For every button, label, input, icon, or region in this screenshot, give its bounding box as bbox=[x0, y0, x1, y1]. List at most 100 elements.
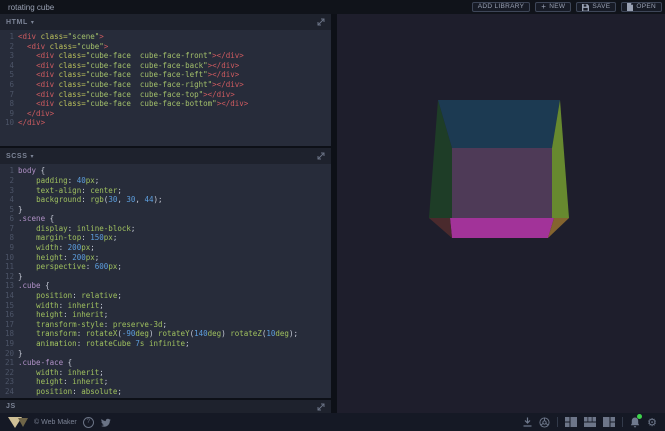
code-line[interactable]: 1body { bbox=[0, 166, 331, 176]
code-line[interactable]: 7 <div class="cube-face cube-face-top"><… bbox=[0, 90, 331, 100]
save-label: SAVE bbox=[592, 4, 610, 11]
code-line[interactable]: 18 transform: rotateX(-90deg) rotateY(14… bbox=[0, 329, 331, 339]
footer-bar: © Web Maker ? bbox=[0, 413, 665, 431]
layout-sidebar-button[interactable] bbox=[565, 417, 577, 427]
js-panel: JS bbox=[0, 400, 331, 413]
code-text: position: relative; bbox=[18, 291, 122, 301]
line-number: 10 bbox=[0, 253, 18, 263]
code-text: margin-top: 150px; bbox=[18, 233, 117, 243]
code-line[interactable]: 6.scene { bbox=[0, 214, 331, 224]
save-button[interactable]: SAVE bbox=[576, 2, 616, 12]
code-line[interactable]: 8 margin-top: 150px; bbox=[0, 233, 331, 243]
add-library-button[interactable]: ADD LIBRARY bbox=[472, 2, 531, 12]
help-icon[interactable]: ? bbox=[83, 417, 94, 428]
line-number: 16 bbox=[0, 310, 18, 320]
code-text: padding: 40px; bbox=[18, 176, 99, 186]
download-icon[interactable] bbox=[523, 417, 532, 427]
line-number: 5 bbox=[0, 205, 18, 215]
scss-panel-label: SCSS bbox=[6, 153, 27, 160]
floppy-icon bbox=[582, 4, 589, 11]
code-line[interactable]: 6 <div class="cube-face cube-face-right"… bbox=[0, 80, 331, 90]
code-line[interactable]: 9 width: 200px; bbox=[0, 243, 331, 253]
code-line[interactable]: 13.cube { bbox=[0, 281, 331, 291]
open-button[interactable]: OPEN bbox=[621, 2, 662, 12]
code-line[interactable]: 22 width: inherit; bbox=[0, 368, 331, 378]
top-bar: rotating cube ADD LIBRARY + NEW SAVE OPE… bbox=[0, 0, 665, 14]
js-panel-header[interactable]: JS bbox=[0, 400, 331, 413]
code-text: background: rgb(30, 30, 44); bbox=[18, 195, 163, 205]
expand-icon[interactable] bbox=[317, 403, 325, 411]
code-line[interactable]: 24 position: absolute; bbox=[0, 387, 331, 397]
line-number: 9 bbox=[0, 243, 18, 253]
code-line[interactable]: 7 display: inline-block; bbox=[0, 224, 331, 234]
line-number: 4 bbox=[0, 195, 18, 205]
line-number: 7 bbox=[0, 90, 18, 100]
code-line[interactable]: 25 background: red; bbox=[0, 397, 331, 398]
code-line[interactable]: 5} bbox=[0, 205, 331, 215]
code-text: } bbox=[18, 349, 23, 359]
line-number: 5 bbox=[0, 70, 18, 80]
code-line[interactable]: 9 </div> bbox=[0, 109, 331, 119]
cube-front-face bbox=[452, 148, 552, 218]
code-line[interactable]: 10</div> bbox=[0, 118, 331, 128]
line-number: 24 bbox=[0, 387, 18, 397]
code-text: body { bbox=[18, 166, 45, 176]
html-editor[interactable]: 1<div class="scene">2 <div class="cube">… bbox=[0, 30, 331, 146]
cube-top-face bbox=[438, 100, 560, 148]
code-line[interactable]: 15 width: inherit; bbox=[0, 301, 331, 311]
line-number: 19 bbox=[0, 339, 18, 349]
expand-icon[interactable] bbox=[317, 18, 325, 26]
code-line[interactable]: 16 height: inherit; bbox=[0, 310, 331, 320]
code-line[interactable]: 23 height: inherit; bbox=[0, 377, 331, 387]
preview-pane bbox=[337, 14, 665, 413]
code-line[interactable]: 2 <div class="cube"> bbox=[0, 42, 331, 52]
line-number: 2 bbox=[0, 42, 18, 52]
code-line[interactable]: 2 padding: 40px; bbox=[0, 176, 331, 186]
chrome-store-icon[interactable] bbox=[539, 417, 550, 428]
notifications-bell-icon[interactable] bbox=[630, 417, 640, 428]
code-text: <div class="cube-face cube-face-bottom">… bbox=[18, 99, 248, 109]
code-line[interactable]: 4 background: rgb(30, 30, 44); bbox=[0, 195, 331, 205]
cube-bottom-face bbox=[450, 218, 554, 238]
code-text: <div class="cube-face cube-face-top"></d… bbox=[18, 90, 235, 100]
code-line[interactable]: 3 <div class="cube-face cube-face-front"… bbox=[0, 51, 331, 61]
code-line[interactable]: 3 text-align: center; bbox=[0, 186, 331, 196]
code-column: HTML ▾ 1<div class="scene">2 <div class=… bbox=[0, 14, 331, 413]
code-text: } bbox=[18, 272, 23, 282]
topbar-buttons: ADD LIBRARY + NEW SAVE OPEN bbox=[472, 2, 662, 12]
code-text: height: inherit; bbox=[18, 377, 108, 387]
scss-panel-header[interactable]: SCSS ▾ bbox=[0, 148, 331, 164]
code-line[interactable]: 11 perspective: 600px; bbox=[0, 262, 331, 272]
footer-divider bbox=[557, 417, 558, 427]
expand-icon[interactable] bbox=[317, 152, 325, 160]
code-line[interactable]: 8 <div class="cube-face cube-face-bottom… bbox=[0, 99, 331, 109]
code-line[interactable]: 1<div class="scene"> bbox=[0, 32, 331, 42]
code-line[interactable]: 17 transform-style: preserve-3d; bbox=[0, 320, 331, 330]
code-line[interactable]: 12} bbox=[0, 272, 331, 282]
settings-gear-icon[interactable]: ⚙ bbox=[647, 417, 657, 428]
open-label: OPEN bbox=[636, 4, 656, 11]
code-line[interactable]: 4 <div class="cube-face cube-face-back">… bbox=[0, 61, 331, 71]
code-line[interactable]: 21.cube-face { bbox=[0, 358, 331, 368]
code-line[interactable]: 20} bbox=[0, 349, 331, 359]
code-text: height: 200px; bbox=[18, 253, 99, 263]
code-text: </div> bbox=[18, 109, 54, 119]
chevron-down-icon: ▾ bbox=[31, 19, 34, 26]
js-panel-label: JS bbox=[6, 403, 16, 410]
layout-top-button[interactable] bbox=[584, 417, 596, 427]
code-line[interactable]: 19 animation: rotateCube 7s infinite; bbox=[0, 339, 331, 349]
line-number: 3 bbox=[0, 186, 18, 196]
line-number: 25 bbox=[0, 397, 18, 398]
twitter-icon[interactable] bbox=[100, 418, 111, 427]
code-line[interactable]: 5 <div class="cube-face cube-face-left">… bbox=[0, 70, 331, 80]
line-number: 9 bbox=[0, 109, 18, 119]
scss-editor[interactable]: 1body {2 padding: 40px;3 text-align: cen… bbox=[0, 164, 331, 398]
code-line[interactable]: 14 position: relative; bbox=[0, 291, 331, 301]
new-button[interactable]: + NEW bbox=[535, 2, 571, 12]
webmaker-logo[interactable] bbox=[8, 417, 28, 428]
html-panel-header[interactable]: HTML ▾ bbox=[0, 14, 331, 30]
code-line[interactable]: 10 height: 200px; bbox=[0, 253, 331, 263]
item-title: rotating cube bbox=[8, 3, 54, 12]
layout-right-button[interactable] bbox=[603, 417, 615, 427]
code-text: .cube-face { bbox=[18, 358, 72, 368]
